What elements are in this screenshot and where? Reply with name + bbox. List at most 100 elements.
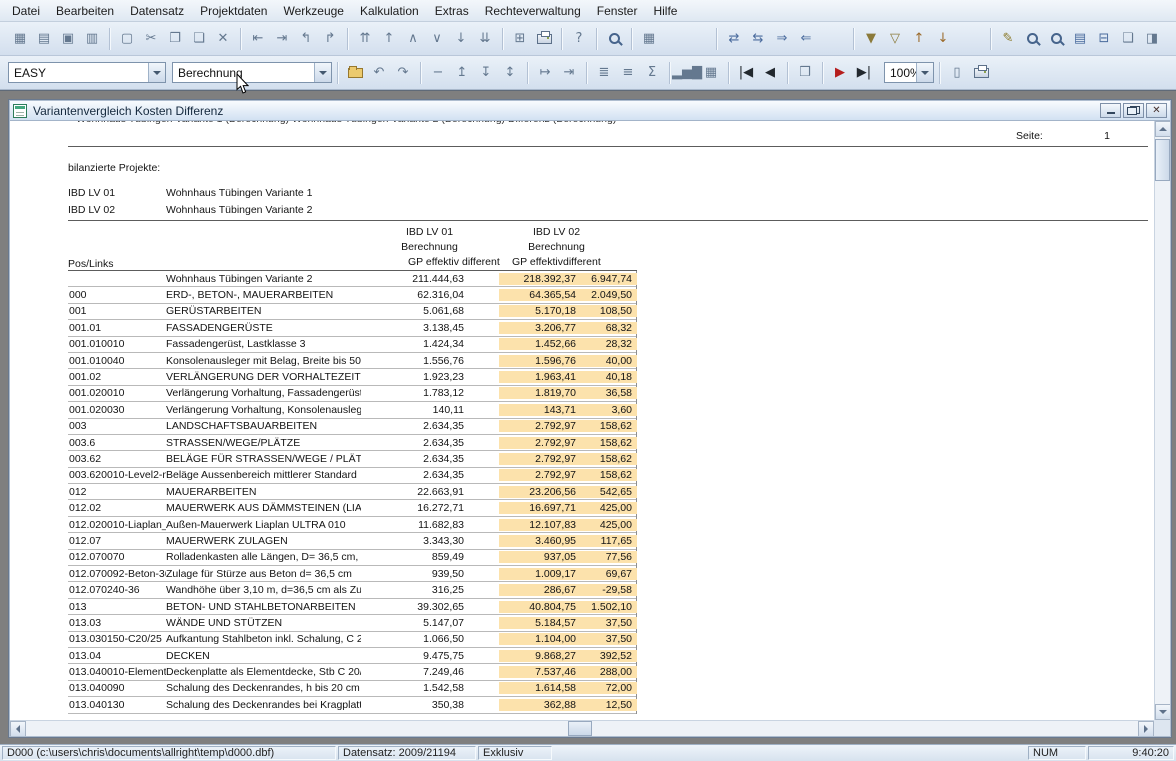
database-icon[interactable]: ⊟ bbox=[1092, 27, 1116, 51]
goto-end-icon[interactable]: ⇥ bbox=[557, 61, 581, 85]
redo-icon[interactable]: ↷ bbox=[391, 61, 415, 85]
scroll-left-button[interactable] bbox=[10, 721, 26, 736]
bar-chart-icon[interactable]: ▂▅▇ bbox=[675, 61, 699, 85]
options-icon[interactable]: ◨ bbox=[1140, 27, 1164, 51]
scroll-down-button[interactable] bbox=[1155, 704, 1170, 720]
combo-dropdown-button[interactable] bbox=[314, 63, 331, 82]
pivot-table-icon[interactable]: ▦ bbox=[699, 61, 723, 85]
move-first-icon[interactable]: ⇈ bbox=[353, 27, 377, 51]
horizontal-scrollbar[interactable] bbox=[10, 720, 1154, 736]
menu-rechteverwaltung[interactable]: Rechteverwaltung bbox=[477, 1, 589, 21]
cell-gp-lv01: 9.475,75 bbox=[361, 650, 468, 662]
cell-pos: 013.03 bbox=[68, 617, 166, 629]
page-setup-icon[interactable]: ▯ bbox=[945, 61, 969, 85]
document-icon[interactable]: ▤ bbox=[1068, 27, 1092, 51]
move-down-icon[interactable]: ↓ bbox=[449, 27, 473, 51]
level-up-icon[interactable]: ↰ bbox=[294, 27, 318, 51]
restore-button[interactable] bbox=[1123, 103, 1144, 118]
search-icon[interactable] bbox=[602, 27, 626, 51]
report-view-icon[interactable]: ▤ bbox=[32, 27, 56, 51]
goto-next-icon[interactable]: ↦ bbox=[533, 61, 557, 85]
cell-gp-lv02: 2.792,97 bbox=[499, 469, 580, 481]
first-page-button[interactable]: |◀ bbox=[734, 61, 758, 85]
vertical-scroll-thumb[interactable] bbox=[1155, 139, 1170, 181]
move-up-icon[interactable]: ↑ bbox=[377, 27, 401, 51]
window-icon[interactable]: ❑ bbox=[1116, 27, 1140, 51]
menu-datei[interactable]: Datei bbox=[4, 1, 48, 21]
edit-icon[interactable]: ✎ bbox=[996, 27, 1020, 51]
horizontal-scroll-thumb[interactable] bbox=[568, 721, 592, 736]
undo-icon[interactable]: ↶ bbox=[367, 61, 391, 85]
help-icon[interactable]: ? bbox=[567, 27, 591, 51]
sort-asc-icon[interactable]: ↑ bbox=[907, 27, 931, 51]
scroll-right-button[interactable] bbox=[1138, 721, 1154, 736]
play-button[interactable]: ▶ bbox=[828, 61, 852, 85]
import-icon[interactable]: ⇄ bbox=[722, 27, 746, 51]
open-folder-icon[interactable] bbox=[343, 61, 367, 85]
new-record-icon[interactable]: ▢ bbox=[115, 27, 139, 51]
cell-description: FASSADENGERÜSTE bbox=[166, 322, 361, 334]
calculator-icon[interactable]: ⊞ bbox=[508, 27, 532, 51]
insert-below-icon[interactable]: ↧ bbox=[474, 61, 498, 85]
cut-icon[interactable]: ✂ bbox=[139, 27, 163, 51]
cell-description: GERÜSTARBEITEN bbox=[166, 305, 361, 317]
cell-pos: 001.02 bbox=[68, 371, 166, 383]
menu-kalkulation[interactable]: Kalkulation bbox=[352, 1, 427, 21]
menu-werkzeuge[interactable]: Werkzeuge bbox=[275, 1, 351, 21]
menu-fenster[interactable]: Fenster bbox=[589, 1, 646, 21]
child-titlebar[interactable]: Variantenvergleich Kosten Differenz ✕ bbox=[10, 101, 1170, 121]
mode-combobox[interactable]: Berechnung bbox=[172, 62, 332, 83]
last-page-button[interactable]: ▶| bbox=[852, 61, 876, 85]
project-combobox[interactable]: EASY bbox=[8, 62, 166, 83]
receive-data-icon[interactable]: ⇐ bbox=[794, 27, 818, 51]
filter-clear-icon[interactable]: ▽ bbox=[883, 27, 907, 51]
move-last-icon[interactable]: ⇊ bbox=[473, 27, 497, 51]
copy-page-icon[interactable]: ❒ bbox=[793, 61, 817, 85]
delete-icon[interactable]: ✕ bbox=[211, 27, 235, 51]
cell-gp-lv01: 140,11 bbox=[361, 404, 468, 416]
insert-above-icon[interactable]: ↥ bbox=[450, 61, 474, 85]
swap-rows-icon[interactable]: ↕ bbox=[498, 61, 522, 85]
send-data-icon[interactable]: ⇒ bbox=[770, 27, 794, 51]
filter-set-icon[interactable]: ▼ bbox=[859, 27, 883, 51]
zoom-in-icon[interactable] bbox=[1020, 27, 1044, 51]
vertical-scrollbar[interactable] bbox=[1154, 121, 1170, 720]
menu-datensatz[interactable]: Datensatz bbox=[122, 1, 192, 21]
sum-icon[interactable]: Σ bbox=[640, 61, 664, 85]
zoom-combobox[interactable]: 100% bbox=[884, 62, 934, 83]
print-preview-icon[interactable] bbox=[969, 61, 993, 85]
table-row: 001.020030 Verlängerung Vorhaltung, Kons… bbox=[68, 402, 636, 418]
expand-icon[interactable]: ∨ bbox=[425, 27, 449, 51]
cell-gp-lv02: 1.963,41 bbox=[499, 371, 580, 383]
cell-gp-lv01: 350,38 bbox=[361, 699, 468, 711]
menu-bearbeiten[interactable]: Bearbeiten bbox=[48, 1, 122, 21]
combo-dropdown-button[interactable] bbox=[916, 63, 933, 82]
scroll-up-button[interactable] bbox=[1155, 121, 1170, 137]
hierarchy-right-icon[interactable]: ⇥ bbox=[270, 27, 294, 51]
collapse-icon[interactable]: ∧ bbox=[401, 27, 425, 51]
menu-hilfe[interactable]: Hilfe bbox=[645, 1, 685, 21]
zoom-out-icon[interactable] bbox=[1044, 27, 1068, 51]
sort-desc-icon[interactable]: ↓ bbox=[931, 27, 955, 51]
close-button[interactable]: ✕ bbox=[1146, 103, 1167, 118]
prev-page-button[interactable]: ◀ bbox=[758, 61, 782, 85]
card-view-icon[interactable]: ▥ bbox=[80, 27, 104, 51]
cell-pos: 001.010010 bbox=[68, 338, 166, 350]
combo-dropdown-button[interactable] bbox=[148, 63, 165, 82]
menu-projektdaten[interactable]: Projektdaten bbox=[192, 1, 275, 21]
cell-gp-lv01: 939,50 bbox=[361, 568, 468, 580]
remove-row-icon[interactable]: − bbox=[426, 61, 450, 85]
print-icon[interactable] bbox=[532, 27, 556, 51]
form-view-icon[interactable]: ▣ bbox=[56, 27, 80, 51]
menu-extras[interactable]: Extras bbox=[427, 1, 477, 21]
grid-icon[interactable]: ▦ bbox=[637, 27, 661, 51]
export-icon[interactable]: ⇆ bbox=[746, 27, 770, 51]
list-icon[interactable]: ≡ bbox=[616, 61, 640, 85]
paste-icon[interactable]: ❏ bbox=[187, 27, 211, 51]
numbered-list-icon[interactable]: ≣ bbox=[592, 61, 616, 85]
copy-icon[interactable]: ❐ bbox=[163, 27, 187, 51]
hierarchy-left-icon[interactable]: ⇤ bbox=[246, 27, 270, 51]
minimize-button[interactable] bbox=[1100, 103, 1121, 118]
table-view-icon[interactable]: ▦ bbox=[8, 27, 32, 51]
level-down-icon[interactable]: ↱ bbox=[318, 27, 342, 51]
